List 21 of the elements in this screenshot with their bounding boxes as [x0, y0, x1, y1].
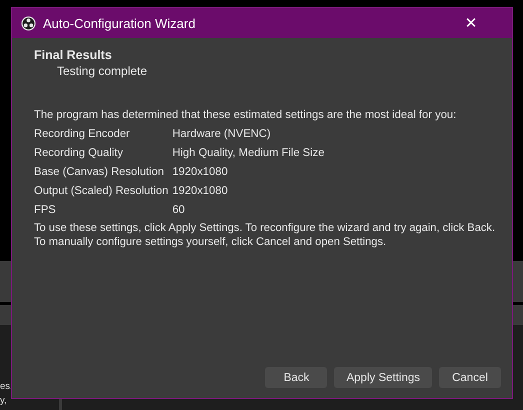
setting-value: 60: [172, 203, 186, 218]
setting-value: 1920x1080: [172, 165, 229, 180]
page-subheading: Testing complete: [57, 63, 148, 79]
setting-label: Recording Encoder: [34, 127, 131, 142]
intro-text: The program has determined that these estimated settings are the most ideal for you:: [34, 108, 458, 123]
apply-settings-button[interactable]: Apply Settings: [334, 367, 432, 388]
window-title: Auto-Configuration Wizard: [43, 16, 196, 30]
instruction-text: To manually configure settings yourself, click Cancel and open Settings.: [34, 235, 388, 249]
page-heading: Final Results: [34, 48, 113, 63]
setting-label: Output (Scaled) Resolution: [34, 184, 168, 199]
back-button[interactable]: Back: [265, 367, 328, 388]
setting-label: Base (Canvas) Resolution: [34, 165, 165, 180]
setting-value: Hardware (NVENC): [172, 127, 272, 142]
cancel-button[interactable]: Cancel: [439, 367, 501, 388]
close-button[interactable]: ✕: [440, 12, 502, 34]
logo-icon: [21, 16, 36, 30]
background-text: y,: [0, 394, 8, 408]
setting-label: FPS: [34, 203, 57, 218]
setting-label: Recording Quality: [34, 146, 124, 161]
setting-value: 1920x1080: [172, 184, 229, 199]
setting-value: High Quality, Medium File Size: [172, 146, 324, 161]
